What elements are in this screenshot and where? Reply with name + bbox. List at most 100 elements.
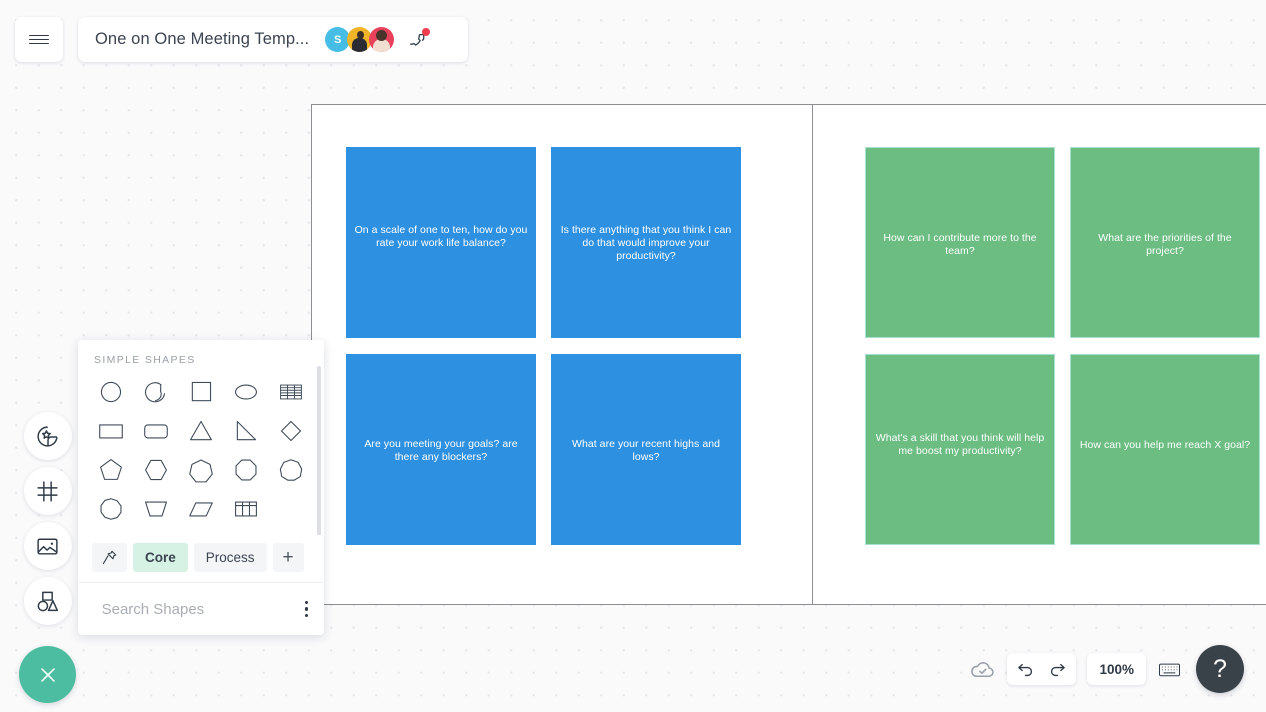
- shape-item-triangle[interactable]: [178, 415, 223, 446]
- shapes-library-tabs: Core Process +: [78, 535, 324, 583]
- sticky-note[interactable]: What's a skill that you think will help …: [865, 354, 1055, 545]
- undo-redo-group: [1007, 653, 1077, 685]
- zoom-level-button[interactable]: 100%: [1087, 653, 1146, 685]
- hamburger-menu-icon: [29, 32, 49, 47]
- redo-button[interactable]: [1048, 660, 1067, 679]
- tab-add-library[interactable]: +: [272, 543, 304, 572]
- diamond-shape-icon: [281, 420, 302, 441]
- pentagon-shape-icon: [99, 458, 122, 480]
- sticky-note-text: What are the priorities of the project?: [1098, 232, 1232, 257]
- shape-item-octagon[interactable]: [224, 454, 269, 485]
- shape-item-table-striped[interactable]: [269, 376, 314, 407]
- close-panel-button[interactable]: [19, 646, 76, 703]
- avatar-initial: S: [334, 33, 342, 46]
- sticky-note-text: How can you help me reach X goal?: [1079, 439, 1251, 451]
- image-icon: [37, 537, 58, 555]
- sticky-note[interactable]: What are the priorities of the project?: [1070, 147, 1260, 338]
- shape-item-decagon[interactable]: [88, 493, 133, 524]
- keyboard-shortcuts-button[interactable]: [1157, 657, 1182, 682]
- shape-item-diamond[interactable]: [269, 415, 314, 446]
- search-input[interactable]: [101, 600, 301, 618]
- octagon-shape-icon: [235, 458, 257, 481]
- table-striped-shape-icon: [280, 384, 303, 399]
- shape-cell-empty: [269, 493, 314, 524]
- shape-item-hexagon[interactable]: [133, 454, 178, 485]
- frame-divider: [812, 105, 813, 604]
- shape-item-nonagon[interactable]: [269, 454, 314, 485]
- shape-item-arc[interactable]: [133, 376, 178, 407]
- search-icon: [92, 608, 93, 610]
- sticky-note[interactable]: Is there anything that you think I can d…: [551, 147, 741, 338]
- shapes-scroll-area[interactable]: SIMPLE SHAPES: [78, 340, 324, 535]
- sticker-icon: [37, 425, 58, 447]
- sticky-note-text: Is there anything that you think I can d…: [560, 224, 732, 262]
- sticky-note[interactable]: On a scale of one to ten, how do you rat…: [346, 147, 536, 338]
- heptagon-shape-icon: [189, 458, 213, 482]
- shape-item-rounded-rectangle[interactable]: [133, 415, 178, 446]
- undo-button[interactable]: [1016, 660, 1035, 679]
- cloud-saved-button[interactable]: [969, 656, 996, 683]
- hamburger-menu-button[interactable]: [15, 17, 63, 62]
- arc-shape-icon: [144, 381, 165, 402]
- sidebar-item-shapes[interactable]: [23, 577, 72, 625]
- sidebar-item-stickers[interactable]: [23, 412, 72, 460]
- shape-item-parallelogram[interactable]: [178, 493, 223, 524]
- shapes-section-heading: SIMPLE SHAPES: [94, 354, 196, 366]
- tab-core[interactable]: Core: [133, 543, 188, 572]
- shape-item-circle[interactable]: [88, 376, 133, 407]
- shape-item-ellipse[interactable]: [224, 376, 269, 407]
- ellipse-shape-icon: [235, 384, 258, 399]
- square-shape-icon: [191, 381, 212, 401]
- shapes-search-bar: [78, 583, 324, 635]
- shape-item-trapezoid[interactable]: [133, 493, 178, 524]
- sticky-note[interactable]: Are you meeting your goals? are there an…: [346, 354, 536, 545]
- shape-item-square[interactable]: [178, 376, 223, 407]
- rectangle-shape-icon: [98, 423, 123, 438]
- left-toolbar: [19, 412, 76, 703]
- shapes-panel: SIMPLE SHAPES Core Process + Search Shap…: [78, 340, 324, 635]
- sticky-note-text: On a scale of one to ten, how do you rat…: [354, 224, 528, 249]
- redo-icon: [1051, 663, 1066, 676]
- sidebar-item-images[interactable]: [23, 522, 72, 570]
- sticky-note-text: How can I contribute more to the team?: [883, 232, 1037, 257]
- shapes-panel-more-button[interactable]: [301, 597, 312, 621]
- shape-item-heptagon[interactable]: [178, 454, 223, 485]
- canvas-frame[interactable]: On a scale of one to ten, how do you rat…: [311, 104, 1266, 605]
- nonagon-shape-icon: [280, 458, 303, 481]
- shape-item-right-triangle[interactable]: [224, 415, 269, 446]
- phone-call-button[interactable]: [405, 27, 431, 52]
- document-title-bar: One on One Meeting Temp... S: [78, 17, 468, 62]
- right-triangle-shape-icon: [236, 420, 257, 440]
- pin-icon: [102, 550, 117, 565]
- whiteboard-app: On a scale of one to ten, how do you rat…: [0, 0, 1266, 712]
- document-title[interactable]: One on One Meeting Temp...: [95, 30, 309, 49]
- frame-icon: [37, 480, 58, 502]
- parallelogram-shape-icon: [189, 501, 213, 516]
- shape-item-pentagon[interactable]: [88, 454, 133, 485]
- collaborator-avatars: S: [325, 27, 395, 52]
- grid-table-shape-icon: [235, 501, 258, 516]
- shapes-grid: [78, 376, 324, 524]
- sticky-note-text: What are your recent highs and lows?: [572, 438, 720, 463]
- sticky-note-text: Are you meeting your goals? are there an…: [364, 438, 518, 463]
- sidebar-item-frames[interactable]: [23, 467, 72, 515]
- hexagon-shape-icon: [144, 459, 167, 480]
- keyboard-shortcuts-icon: [1159, 663, 1180, 676]
- shapes-panel-scrollbar[interactable]: [317, 366, 321, 535]
- avatar[interactable]: [369, 27, 395, 52]
- rounded-rectangle-shape-icon: [143, 423, 168, 438]
- circle-shape-icon: [100, 381, 121, 402]
- tab-process[interactable]: Process: [193, 543, 267, 572]
- triangle-shape-icon: [190, 420, 212, 440]
- call-notification-badge: [422, 27, 431, 36]
- sticky-note[interactable]: How can I contribute more to the team?: [865, 147, 1055, 338]
- sticky-note[interactable]: How can you help me reach X goal?: [1070, 354, 1260, 545]
- shape-item-rectangle[interactable]: [88, 415, 133, 446]
- help-button[interactable]: ?: [1196, 645, 1244, 693]
- shape-item-grid-table[interactable]: [224, 493, 269, 524]
- tab-pinned[interactable]: [92, 543, 127, 572]
- sticky-note[interactable]: What are your recent highs and lows?: [551, 354, 741, 545]
- close-icon: [40, 667, 55, 682]
- bottom-toolbar: 100% ?: [969, 645, 1244, 693]
- undo-icon: [1018, 663, 1033, 676]
